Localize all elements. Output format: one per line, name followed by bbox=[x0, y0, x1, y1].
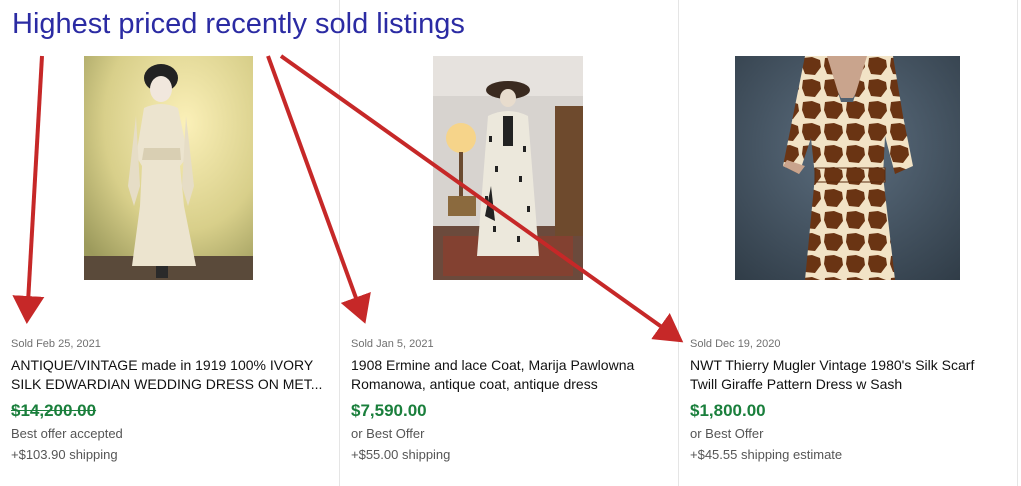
listing-title-line[interactable]: 1908 Ermine and lace Coat, Marija Pawlow… bbox=[351, 356, 668, 375]
listing-title-line[interactable]: SILK EDWARDIAN WEDDING DRESS ON MET... bbox=[11, 375, 329, 394]
listing-card[interactable]: Sold Dec 19, 2020 NWT Thierry Mugler Vin… bbox=[679, 0, 1017, 486]
shipping-cost: +$55.00 shipping bbox=[351, 447, 451, 462]
sold-date: Sold Jan 5, 2021 bbox=[351, 338, 434, 350]
offer-status: Best offer accepted bbox=[11, 426, 123, 441]
sold-date: Sold Feb 25, 2021 bbox=[11, 338, 101, 350]
listing-title[interactable]: NWT Thierry Mugler Vintage 1980's Silk S… bbox=[690, 356, 1007, 394]
page-heading: Highest priced recently sold listings bbox=[12, 8, 465, 40]
listing-grid: Sold Feb 25, 2021 ANTIQUE/VINTAGE made i… bbox=[0, 0, 1021, 486]
offer-status: or Best Offer bbox=[351, 426, 425, 441]
shipping-cost: +$103.90 shipping bbox=[11, 447, 118, 462]
listing-title-line[interactable]: Romanowa, antique coat, antique dress bbox=[351, 375, 668, 394]
listing-image[interactable] bbox=[84, 56, 253, 280]
sold-date: Sold Dec 19, 2020 bbox=[690, 338, 781, 350]
listing-info: Sold Dec 19, 2020 NWT Thierry Mugler Vin… bbox=[690, 336, 1007, 464]
listing-info: Sold Jan 5, 2021 1908 Ermine and lace Co… bbox=[351, 336, 668, 464]
sold-price: $1,800.00 bbox=[690, 401, 766, 420]
listing-title-line[interactable]: ANTIQUE/VINTAGE made in 1919 100% IVORY bbox=[11, 356, 329, 375]
offer-status: or Best Offer bbox=[690, 426, 764, 441]
listing-card[interactable]: Sold Jan 5, 2021 1908 Ermine and lace Co… bbox=[340, 0, 678, 486]
listing-title[interactable]: ANTIQUE/VINTAGE made in 1919 100% IVORY … bbox=[11, 356, 329, 394]
listing-card[interactable]: Sold Feb 25, 2021 ANTIQUE/VINTAGE made i… bbox=[0, 0, 339, 486]
shipping-cost: +$45.55 shipping estimate bbox=[690, 447, 843, 462]
listing-image[interactable] bbox=[735, 56, 960, 280]
sold-price: $7,590.00 bbox=[351, 401, 427, 420]
listing-info: Sold Feb 25, 2021 ANTIQUE/VINTAGE made i… bbox=[11, 336, 329, 464]
column-divider bbox=[1017, 0, 1018, 486]
listing-title-line[interactable]: NWT Thierry Mugler Vintage 1980's Silk S… bbox=[690, 356, 1007, 375]
listing-title[interactable]: 1908 Ermine and lace Coat, Marija Pawlow… bbox=[351, 356, 668, 394]
listing-title-line[interactable]: Twill Giraffe Pattern Dress w Sash bbox=[690, 375, 1007, 394]
sold-price: $14,200.00 bbox=[11, 401, 97, 420]
listing-image[interactable] bbox=[433, 56, 583, 280]
